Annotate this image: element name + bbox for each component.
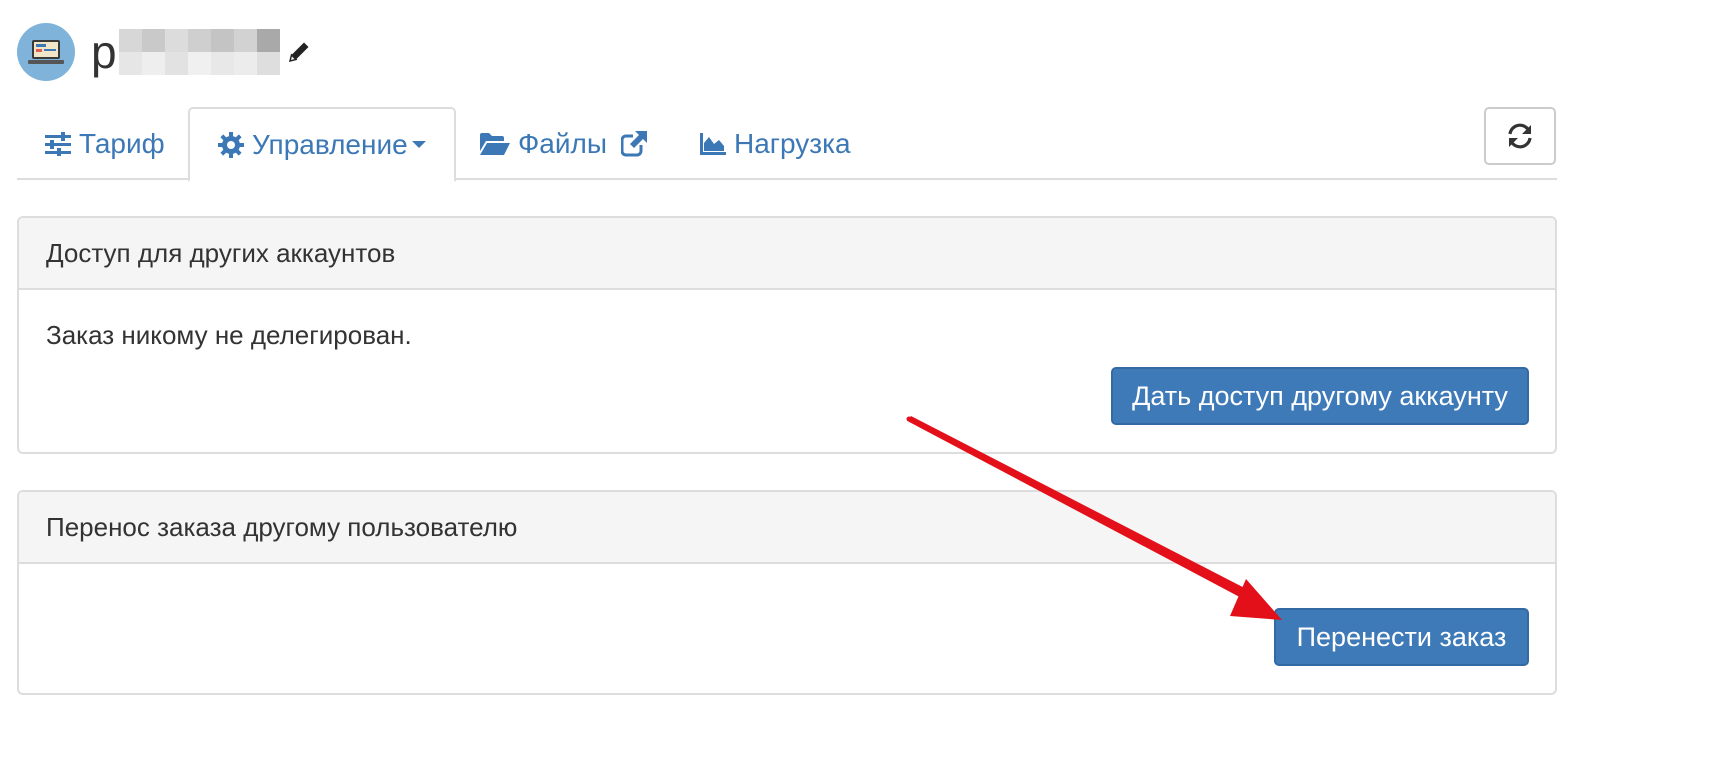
folder-open-icon <box>480 132 510 155</box>
caret-down-icon <box>411 140 426 149</box>
sliders-icon <box>45 131 71 156</box>
tab-label: Нагрузка <box>734 127 851 159</box>
tab-tariff[interactable]: Тариф <box>45 107 165 180</box>
refresh-button[interactable] <box>1484 107 1556 165</box>
tab-label: Управление <box>252 128 408 160</box>
order-header: p <box>17 22 312 82</box>
page: p Тариф Управление Файлы Нагрузка Доступ… <box>0 0 1726 784</box>
refresh-icon <box>1506 122 1534 150</box>
access-panel-heading: Доступ для других аккаунтов <box>19 218 1555 290</box>
grant-access-button[interactable]: Дать доступ другому аккаунту <box>1111 367 1529 425</box>
tab-files[interactable]: Файлы <box>480 107 647 180</box>
area-chart-icon <box>700 132 726 155</box>
tab-management[interactable]: Управление <box>188 107 456 182</box>
access-panel: Доступ для других аккаунтов Заказ никому… <box>17 216 1557 454</box>
tab-label: Тариф <box>79 127 165 159</box>
transfer-panel: Перенос заказа другому пользователю Пере… <box>17 490 1557 695</box>
tab-label: Файлы <box>518 127 607 159</box>
pencil-icon[interactable] <box>286 39 312 65</box>
redacted-name <box>118 29 280 75</box>
transfer-panel-heading: Перенос заказа другому пользователю <box>19 492 1555 564</box>
tab-bar: Тариф Управление Файлы Нагрузка <box>17 107 1557 182</box>
order-name-text: p <box>91 26 117 78</box>
access-panel-body: Заказ никому не делегирован. Дать доступ… <box>19 290 1555 452</box>
transfer-order-button[interactable]: Перенести заказ <box>1274 608 1529 666</box>
gear-icon <box>218 131 244 158</box>
order-name: p <box>91 29 312 75</box>
external-link-icon <box>620 130 647 157</box>
delegation-status: Заказ никому не делегирован. <box>46 320 412 350</box>
laptop-icon <box>17 23 75 81</box>
tab-load[interactable]: Нагрузка <box>700 107 851 180</box>
transfer-panel-body: Перенести заказ <box>19 564 1555 693</box>
